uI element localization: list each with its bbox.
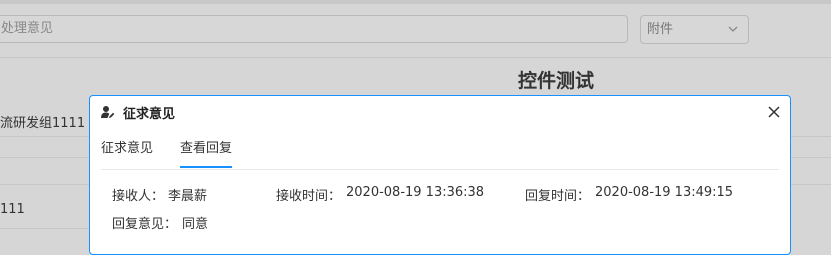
divider — [0, 57, 831, 58]
divider — [790, 157, 831, 158]
divider — [0, 184, 90, 185]
divider — [790, 184, 831, 185]
divider — [790, 136, 831, 137]
reply-time-value: 2020-08-19 13:49:15 — [595, 185, 734, 200]
tab-view-reply[interactable]: 查看回复 — [180, 137, 233, 168]
receive-time-value: 2020-08-19 13:36:38 — [346, 185, 485, 200]
row-text: 流研发组1111 — [0, 116, 86, 131]
tab-consult[interactable]: 征求意见 — [101, 137, 153, 156]
top-strip — [0, 0, 831, 4]
row-text: 111 — [0, 202, 25, 217]
page-title: 控件测试 — [518, 70, 595, 92]
receive-time-label: 接收时间： — [276, 189, 342, 204]
reply-opinion-label: 回复意见： — [112, 217, 178, 232]
receiver-value: 李晨薪 — [168, 189, 208, 204]
reply-opinion-value: 同意 — [182, 217, 209, 232]
close-icon[interactable] — [768, 100, 780, 129]
attachment-select-value: 附件 — [647, 22, 674, 37]
modal-title: 征求意见 — [123, 107, 176, 122]
attachment-select[interactable]: 附件 — [640, 15, 749, 44]
opinion-input[interactable]: 处理意见 — [0, 15, 628, 43]
user-edit-icon — [101, 104, 115, 118]
reply-time-label: 回复时间： — [525, 189, 591, 204]
consult-modal: 征求意见 征求意见 查看回复 接收人： 李晨薪 接收时间： 2020-08-19… — [89, 95, 791, 255]
divider — [0, 136, 90, 137]
chevron-down-icon — [728, 16, 738, 53]
modal-tabs: 征求意见 查看回复 — [101, 127, 779, 170]
modal-header: 征求意见 — [90, 96, 790, 127]
divider — [0, 157, 90, 158]
divider — [0, 228, 90, 229]
opinion-input-placeholder: 处理意见 — [1, 21, 54, 36]
receiver-label: 接收人： — [112, 189, 165, 204]
